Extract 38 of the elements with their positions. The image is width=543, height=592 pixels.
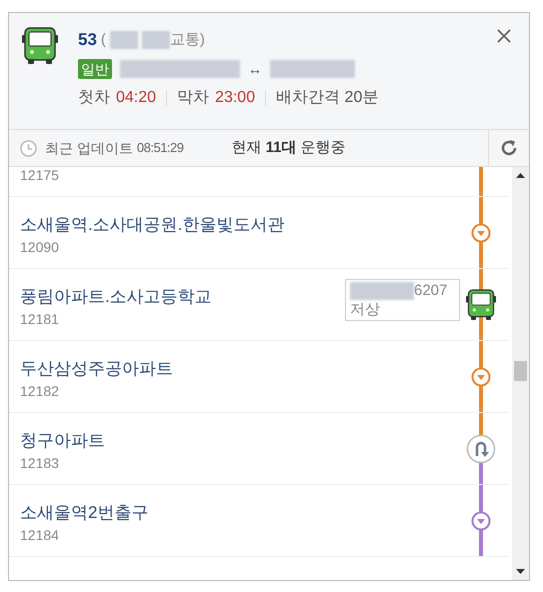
paren-text: (: [100, 30, 106, 50]
stop-name[interactable]: 소새울역2번출구: [20, 501, 148, 525]
plate-number: 6207: [414, 281, 448, 300]
close-icon: [496, 28, 512, 44]
scroll-up-icon: [516, 173, 525, 178]
stop-name[interactable]: 풍림아파트.소사고등학교: [20, 285, 212, 309]
route-number: 53: [78, 29, 97, 51]
stop-id: 12175: [20, 167, 59, 185]
stop-name[interactable]: 두산삼성주공아파트: [20, 357, 173, 381]
blurred-text: [110, 30, 138, 49]
route-type-tag: 일반: [78, 59, 112, 79]
bus-type: 저상: [350, 301, 380, 318]
scrollbar[interactable]: [512, 167, 529, 580]
stop-id: 12184: [20, 526, 59, 545]
u-turn-icon: [466, 434, 496, 464]
schedule-label: 배차간격 20분: [276, 88, 378, 108]
schedule-label: 막차: [177, 88, 210, 108]
bus-icon: [466, 288, 496, 320]
stop-id: 12183: [20, 454, 59, 473]
clock-icon: [20, 140, 37, 156]
stop-name[interactable]: 청구아파트: [20, 429, 105, 453]
schedule-label: 첫차: [78, 88, 110, 108]
running-count: 현재 11대 운행중: [232, 138, 346, 158]
scroll-thumb[interactable]: [514, 361, 527, 381]
schedule-time: 23:00: [215, 88, 256, 108]
stop-name[interactable]: 소새울역.소사대공원.한울빛도서관: [20, 213, 284, 237]
blurred-text: [350, 282, 414, 300]
scroll-down-icon: [516, 569, 525, 574]
bus-icon: [22, 27, 58, 65]
stop-id: 12182: [20, 382, 59, 401]
blurred-text: [142, 30, 170, 49]
update-label: 최근 업데이트: [45, 138, 133, 158]
direction-arrow: ↔: [248, 60, 262, 78]
stop-id: 12090: [20, 238, 59, 257]
schedule-time: 04:20: [116, 88, 156, 108]
update-time: 08:51:29: [136, 139, 184, 158]
stop-id: 12181: [20, 310, 59, 329]
operator-text: 교통): [170, 30, 205, 50]
